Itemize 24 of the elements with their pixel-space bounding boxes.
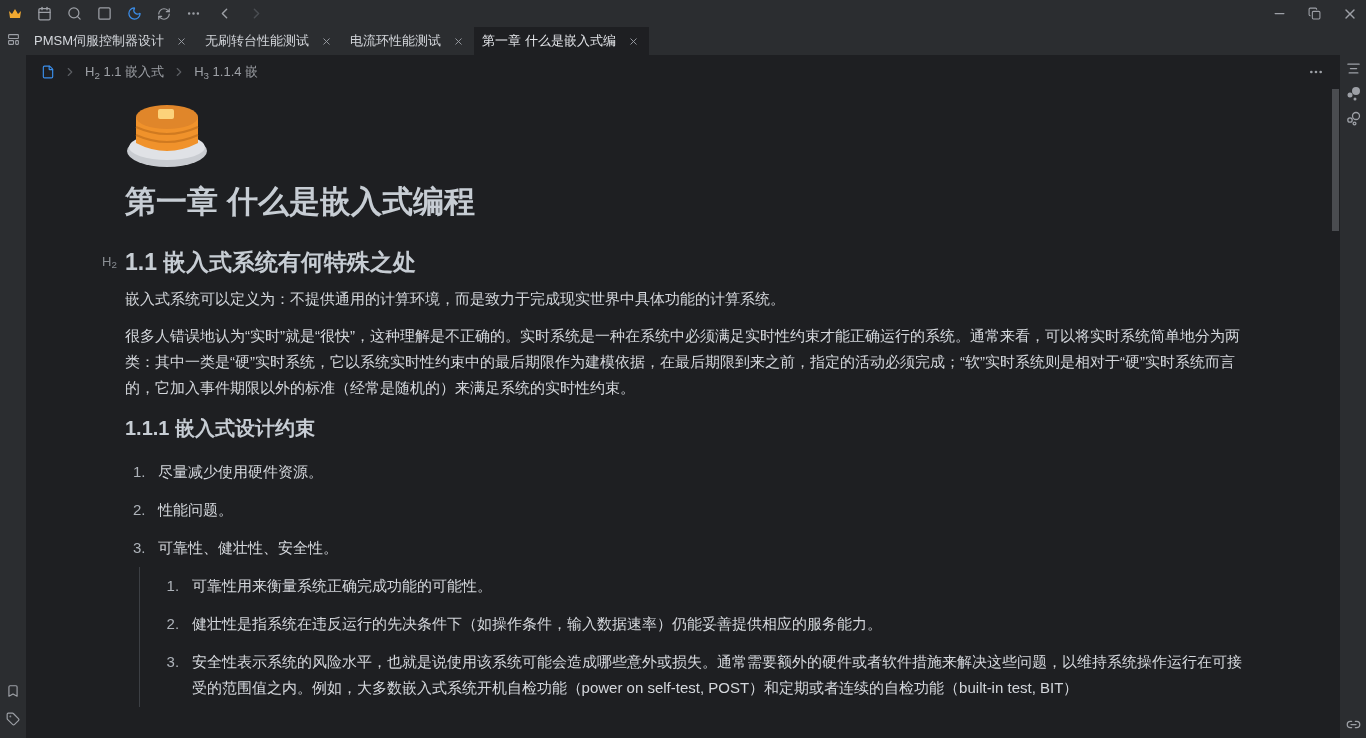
breadcrumb-item[interactable]: H$_{3}$ 1.1.4 嵌 xyxy=(194,62,259,82)
list-text: 性能问题。 xyxy=(158,500,233,520)
heading-level-mark: H$_{2}$ xyxy=(102,253,118,273)
paragraph: 很多人错误地认为“实时”就是“很快”，这种理解是不正确的。实时系统是一种在系统中必须满足实时性约束才能正确运行的系统。通常来看，可以将实时系统简单地分为两类：其中一类是“硬”实时系统，它以系统实时性约束中的最后期限作为建模依据，在最后期限到来之前，指定的活动必须完成；“软”实时系统则是相对于“硬”实时系统而言的，它加入事件期限以外的标准（经常是随机的）来满足系统的实时性约束。 xyxy=(125,326,1241,398)
breadcrumb-item[interactable]: H$_{2}$ 1.1 嵌入式 xyxy=(85,62,165,82)
list-number: 2. xyxy=(132,500,147,520)
list-text: 健壮性是指系统在违反运行的先决条件下（如操作条件，输入数据速率）仍能妥善提供相应的服务能力。 xyxy=(191,614,882,634)
section-heading: 1.1 嵌入式系统有何特殊之处 xyxy=(125,249,417,275)
list-number: 1. xyxy=(165,576,181,596)
tab[interactable]: PMSM伺服控制器设计 xyxy=(26,27,197,55)
tab[interactable]: 电流环性能测试 xyxy=(342,27,474,55)
tab[interactable]: 无刷转台性能测试 xyxy=(197,27,342,55)
list-number: 2. xyxy=(165,614,181,634)
list-text: 安全性表示系统的风险水平，也就是说使用该系统可能会造成哪些意外或损失。通常需要额外的硬件或者软件措施来解决这些问题，以维持系统操作运行在可接受的范围值之内。例如，大多数嵌入式系统开机自检功能（power on self-test, POST）和定期或者连续的自检功能（built-in test, BIT） xyxy=(191,652,1242,698)
tab[interactable]: 第一章 什么是嵌入式编 xyxy=(474,27,649,55)
list-text: 可靠性用来衡量系统正确完成功能的可能性。 xyxy=(191,576,492,596)
paragraph: 嵌入式系统可以定义为：不提供通用的计算环境，而是致力于完成现实世界中具体功能的计算系统。 xyxy=(125,289,786,309)
document-title: 第一章 什么是嵌入式编程 xyxy=(125,183,476,221)
list-text: 可靠性、健壮性、安全性。 xyxy=(158,538,338,558)
subsection-heading: 1.1.1 嵌入式设计约束 xyxy=(125,416,317,441)
list-text: 尽量减少使用硬件资源。 xyxy=(158,462,323,482)
list-number: 1. xyxy=(132,462,147,482)
list-number: 3. xyxy=(165,652,181,672)
list-number: 3. xyxy=(132,538,147,558)
